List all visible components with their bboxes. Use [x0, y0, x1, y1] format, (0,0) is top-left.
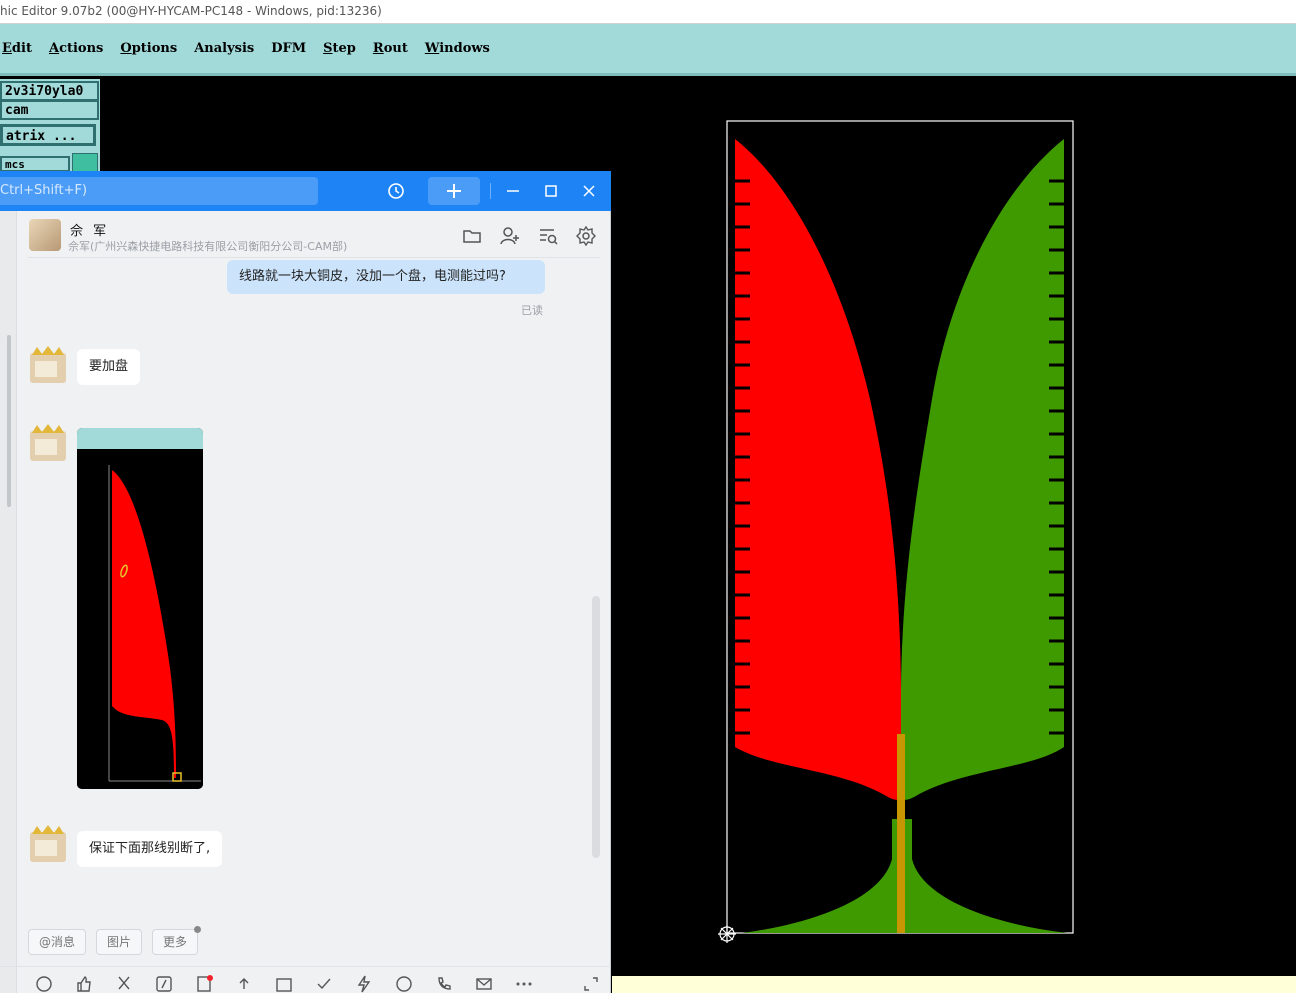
- input-toolbar: [0, 966, 611, 993]
- more-icon[interactable]: [515, 975, 533, 993]
- calendar-icon[interactable]: [275, 975, 293, 993]
- quick-actions: @消息 图片 更多: [28, 926, 202, 955]
- sender-avatar[interactable]: [27, 423, 69, 463]
- green-copper-area: [901, 139, 1064, 800]
- layer-color-swatch[interactable]: [72, 153, 98, 173]
- thumbnail-image: [77, 428, 203, 789]
- shortcut-icon[interactable]: [155, 975, 173, 993]
- expand-icon[interactable]: [582, 975, 600, 993]
- minimize-icon[interactable]: [501, 179, 525, 203]
- session-list-scrollbar[interactable]: [7, 335, 11, 507]
- notification-dot: [194, 926, 202, 933]
- menu-step[interactable]: Step: [323, 41, 356, 56]
- matrix-button[interactable]: atrix ...: [0, 124, 96, 146]
- contact-name: 佘 军: [70, 224, 110, 239]
- datum-origin-icon: [718, 925, 736, 943]
- menu-actions[interactable]: Actions: [49, 41, 103, 56]
- scissors-icon[interactable]: [115, 975, 133, 993]
- folder-icon[interactable]: [461, 225, 483, 247]
- document-icon[interactable]: [195, 975, 213, 993]
- incoming-message-bubble[interactable]: 保证下面那线别断了,: [77, 831, 223, 867]
- board-drawing: [718, 120, 1074, 943]
- job-panel: 2v3i70yla0 cam atrix ... mcs: [0, 79, 100, 179]
- app-title-bar: hic Editor 9.07b2 (00@HY-HYCAM-PC148 - W…: [0, 0, 1296, 24]
- plus-icon[interactable]: [428, 177, 480, 205]
- phone-icon[interactable]: [435, 975, 453, 993]
- mention-chip[interactable]: @消息: [28, 929, 87, 955]
- thumbs-up-icon[interactable]: [75, 975, 93, 993]
- chat-title-bar: Ctrl+Shift+F): [0, 171, 611, 211]
- red-copper-area: [735, 139, 901, 800]
- menu-windows[interactable]: Windows: [425, 41, 490, 56]
- read-status: 已读: [521, 304, 543, 317]
- search-input[interactable]: Ctrl+Shift+F): [0, 177, 318, 205]
- image-message-thumbnail[interactable]: [77, 428, 203, 789]
- search-history-icon[interactable]: [537, 225, 559, 247]
- mail-icon[interactable]: [475, 975, 493, 993]
- chat-window: Ctrl+Shift+F) 佘 军 佘军(广州兴森快捷电路科技有限公司衡阳分公司…: [0, 171, 611, 993]
- title-separator: [490, 183, 491, 199]
- more-chip[interactable]: 更多: [152, 926, 202, 955]
- settings-icon[interactable]: [575, 225, 597, 247]
- lightning-icon[interactable]: [355, 975, 373, 993]
- history-icon[interactable]: [384, 179, 408, 203]
- image-chip[interactable]: 图片: [96, 929, 143, 955]
- menu-options[interactable]: Options: [120, 41, 177, 56]
- menu-rout[interactable]: Rout: [373, 41, 408, 56]
- trace-line: [897, 734, 905, 933]
- contact-avatar[interactable]: [29, 219, 61, 251]
- incoming-message-bubble[interactable]: 要加盘: [77, 349, 141, 385]
- upload-icon[interactable]: [235, 975, 253, 993]
- emoji-icon[interactable]: [35, 975, 53, 993]
- menu-dfm[interactable]: DFM: [271, 41, 306, 56]
- voice-call-icon[interactable]: [395, 975, 413, 993]
- layer-field[interactable]: mcs: [0, 156, 70, 172]
- step-name-field[interactable]: cam: [0, 100, 99, 120]
- app-title: hic Editor 9.07b2 (00@HY-HYCAM-PC148 - W…: [0, 4, 382, 18]
- job-name-field[interactable]: 2v3i70yla0: [0, 81, 99, 101]
- maximize-icon[interactable]: [539, 179, 563, 203]
- more-chip-label: 更多: [163, 935, 188, 949]
- close-icon[interactable]: [577, 179, 601, 203]
- desktop: hic Editor 9.07b2 (00@HY-HYCAM-PC148 - W…: [0, 0, 1296, 993]
- sender-avatar[interactable]: [27, 345, 69, 385]
- status-bar: [612, 976, 1296, 993]
- menu-bar: Edit Actions Options Analysis DFM Step R…: [0, 24, 1296, 76]
- menu-edit[interactable]: Edit: [2, 41, 32, 56]
- graphic-canvas[interactable]: [612, 79, 1296, 976]
- outgoing-message-bubble[interactable]: 线路就一块大铜皮，没加一个盘，电测能过吗?: [227, 260, 545, 294]
- contact-header: 佘 军 佘军(广州兴森快捷电路科技有限公司衡阳分公司-CAM部): [17, 211, 611, 257]
- add-member-icon[interactable]: [499, 225, 521, 247]
- menu-analysis[interactable]: Analysis: [194, 41, 254, 56]
- contact-organization: 佘军(广州兴森快捷电路科技有限公司衡阳分公司-CAM部): [68, 240, 348, 253]
- sender-avatar[interactable]: [27, 824, 69, 864]
- task-icon[interactable]: [315, 975, 333, 993]
- session-list-rail: [0, 211, 17, 993]
- message-scrollbar[interactable]: [592, 596, 600, 858]
